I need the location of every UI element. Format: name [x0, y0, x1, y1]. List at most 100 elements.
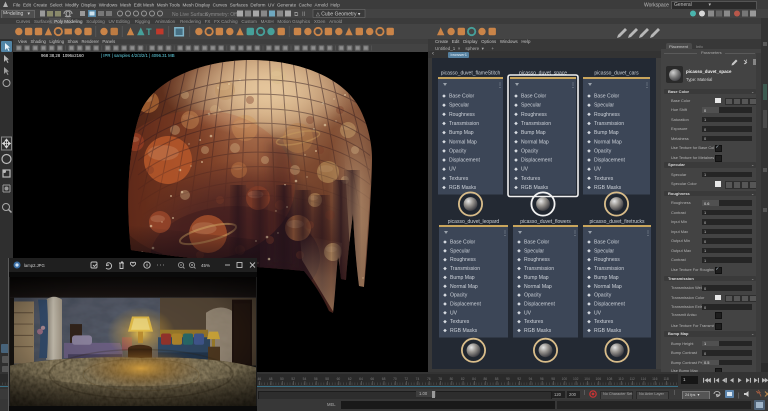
svg-text:Transmission: Transmission: [524, 266, 554, 272]
svg-text:74: 74: [416, 377, 420, 381]
svg-text:⋮: ⋮: [572, 231, 578, 237]
svg-text:lamp2.JPG: lamp2.JPG: [24, 263, 45, 268]
svg-text:92: 92: [517, 377, 521, 381]
svg-text:Specular: Specular: [521, 102, 541, 108]
svg-text:Roughness: Roughness: [521, 111, 547, 117]
svg-text:88: 88: [495, 377, 499, 381]
svg-text:Bump Map: Bump Map: [594, 274, 619, 280]
svg-text:Displacement: Displacement: [521, 157, 552, 163]
svg-text:45%: 45%: [201, 263, 210, 268]
svg-text:Textures: Textures: [524, 319, 544, 325]
svg-text:Workspace: Workspace: [644, 3, 669, 9]
svg-text:112: 112: [630, 377, 635, 381]
svg-text:⋮: ⋮: [502, 231, 508, 237]
svg-text:Transmission: Transmission: [449, 120, 479, 126]
svg-text:110: 110: [618, 377, 623, 381]
svg-text:76: 76: [427, 377, 431, 381]
svg-text:picasso_duvet_flameStitch: picasso_duvet_flameStitch: [441, 70, 501, 76]
svg-text:Displacement: Displacement: [594, 301, 625, 307]
svg-text:Base Color: Base Color: [521, 93, 547, 99]
svg-text:70: 70: [393, 377, 397, 381]
svg-text:Specular: Specular: [594, 248, 614, 254]
svg-text:100: 100: [562, 377, 568, 381]
svg-text:Opacity: Opacity: [521, 148, 539, 154]
svg-text:Normal Map: Normal Map: [594, 139, 622, 145]
svg-text:86: 86: [483, 377, 487, 381]
svg-text:106: 106: [596, 377, 602, 381]
svg-text:⋮: ⋮: [570, 83, 576, 89]
svg-text:Textures: Textures: [449, 175, 469, 181]
svg-text:UV: UV: [524, 310, 532, 316]
svg-text:Textures: Textures: [521, 175, 541, 181]
svg-text:Base Color: Base Color: [449, 93, 475, 99]
svg-text:picasso_duvet_cars: picasso_duvet_cars: [594, 70, 639, 76]
svg-text:Normal Map: Normal Map: [450, 283, 478, 289]
svg-text:60: 60: [337, 377, 341, 381]
svg-text:56: 56: [314, 377, 318, 381]
svg-text:picasso_duvet_flowers: picasso_duvet_flowers: [520, 219, 571, 225]
svg-text:Textures: Textures: [450, 319, 470, 325]
svg-text:Roughness: Roughness: [449, 111, 475, 117]
svg-text:116: 116: [652, 377, 657, 381]
svg-text:Bump Map: Bump Map: [450, 274, 475, 280]
svg-text:66: 66: [370, 377, 374, 381]
svg-text:80: 80: [450, 377, 454, 381]
svg-text:RGB Masks: RGB Masks: [594, 328, 622, 334]
svg-text:64: 64: [359, 377, 363, 381]
svg-text:94: 94: [529, 377, 533, 381]
svg-text:96: 96: [540, 377, 544, 381]
svg-text:Roughness: Roughness: [450, 257, 476, 263]
svg-text:⋮: ⋮: [645, 231, 651, 237]
svg-text:UV: UV: [521, 166, 529, 172]
svg-text:118: 118: [663, 377, 668, 381]
svg-text:picasso_duvet_firetrucks: picasso_duvet_firetrucks: [589, 219, 645, 225]
svg-text:Displacement: Displacement: [594, 157, 625, 163]
svg-text:Opacity: Opacity: [594, 148, 612, 154]
svg-text:108: 108: [607, 377, 613, 381]
svg-text:Base Color: Base Color: [450, 239, 476, 245]
svg-text:58: 58: [325, 377, 329, 381]
svg-text:82: 82: [461, 377, 465, 381]
svg-text:Normal Map: Normal Map: [594, 283, 622, 289]
svg-text:84: 84: [472, 377, 476, 381]
svg-text:46: 46: [257, 377, 261, 381]
svg-text:114: 114: [641, 377, 646, 381]
svg-text:Displacement: Displacement: [450, 301, 481, 307]
svg-text:48: 48: [269, 377, 273, 381]
svg-text:RGB Masks: RGB Masks: [594, 185, 622, 191]
svg-text:Base Color: Base Color: [594, 239, 620, 245]
svg-text:Displacement: Displacement: [449, 157, 480, 163]
svg-text:⋮: ⋮: [644, 83, 650, 89]
svg-text:Roughness: Roughness: [594, 111, 620, 117]
svg-text:50: 50: [280, 377, 284, 381]
svg-text:62: 62: [348, 377, 352, 381]
svg-text:68: 68: [382, 377, 386, 381]
svg-text:Opacity: Opacity: [449, 148, 467, 154]
svg-text:UV: UV: [450, 310, 458, 316]
svg-text:Textures: Textures: [594, 319, 614, 325]
svg-text:Bump Map: Bump Map: [594, 130, 619, 136]
svg-text:Transmission: Transmission: [594, 120, 624, 126]
svg-text:Bump Map: Bump Map: [449, 130, 474, 136]
svg-text:Normal Map: Normal Map: [524, 283, 552, 289]
svg-text:File Edit Create Select Mo: File Edit Create Select Modify Display W…: [13, 3, 340, 8]
svg-text:Base Color: Base Color: [524, 239, 550, 245]
svg-text:90: 90: [506, 377, 510, 381]
svg-text:RGB Masks: RGB Masks: [524, 328, 552, 334]
svg-text:Opacity: Opacity: [524, 292, 542, 298]
svg-text:54: 54: [303, 377, 307, 381]
svg-text:Normal Map: Normal Map: [449, 139, 477, 145]
svg-text:UV: UV: [594, 166, 602, 172]
svg-text:UV: UV: [449, 166, 457, 172]
svg-text:Specular: Specular: [450, 248, 470, 254]
svg-text:picasso_duvet_leopard: picasso_duvet_leopard: [448, 219, 500, 225]
svg-text:RGB Masks: RGB Masks: [449, 185, 477, 191]
svg-text:Transmission: Transmission: [450, 266, 480, 272]
svg-text:Opacity: Opacity: [450, 292, 468, 298]
svg-text:Specular: Specular: [449, 102, 469, 108]
svg-text:102: 102: [573, 377, 579, 381]
svg-text:⋮: ⋮: [497, 83, 503, 89]
svg-text:△ Cube Geometry ▾: △ Cube Geometry ▾: [316, 12, 361, 18]
svg-text:Base Color: Base Color: [594, 93, 620, 99]
svg-text:Roughness: Roughness: [524, 257, 550, 263]
